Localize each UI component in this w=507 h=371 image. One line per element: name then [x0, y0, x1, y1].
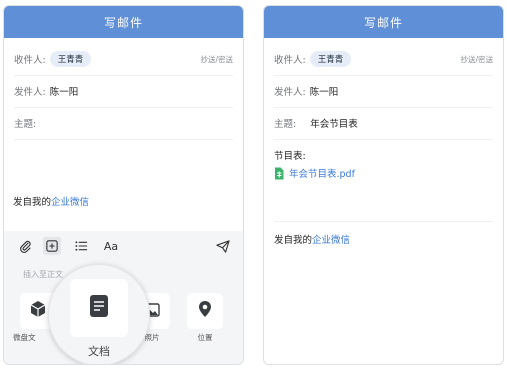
signature: 发自我的企业微信 — [274, 232, 350, 246]
signature-prefix: 发自我的 — [13, 197, 52, 208]
body-heading: 节目表: — [274, 151, 306, 162]
recipient-row[interactable]: 收件人: 王青青 抄送/密送 — [14, 43, 233, 76]
subject-row[interactable]: 主题: 年会节目表 — [274, 107, 493, 140]
signature-link[interactable]: 企业微信 — [51, 197, 89, 208]
cc-bcc-link[interactable]: 抄送/密送 — [200, 54, 233, 65]
app-document[interactable] — [70, 279, 128, 337]
app-location[interactable] — [187, 293, 223, 329]
subject-label: 主题: — [14, 119, 37, 130]
cube-icon — [30, 300, 46, 322]
from-value: 陈一阳 — [49, 87, 79, 98]
recipient-chip[interactable]: 王青青 — [49, 51, 92, 67]
subject-label: 主题: — [274, 119, 297, 130]
app-location-label: 位置 — [197, 333, 213, 342]
subject-row[interactable]: 主题: — [14, 107, 233, 140]
pdf-file-icon — [274, 167, 284, 180]
paperclip-icon[interactable] — [16, 237, 34, 255]
recipient-chip[interactable]: 王青青 — [309, 51, 352, 67]
compose-panel-right: 写邮件 收件人: 王青青 抄送/密送 发件人: 陈一阳 主题: 年会节目表 节目… — [263, 5, 504, 365]
to-label: 收件人: — [14, 55, 46, 66]
header-title: 写邮件 — [264, 6, 503, 38]
signature-link[interactable]: 企业微信 — [312, 235, 350, 246]
list-icon[interactable] — [72, 237, 90, 255]
sender-row: 发件人: 陈一阳 — [274, 75, 493, 108]
header-title: 写邮件 — [4, 6, 243, 38]
attachment[interactable]: 年会节目表.pdf — [274, 166, 355, 180]
to-label: 收件人: — [274, 55, 306, 66]
from-value: 陈一阳 — [309, 87, 339, 98]
format-toolbar: Aa — [4, 231, 243, 259]
sender-row: 发件人: 陈一阳 — [14, 75, 233, 108]
recipient-row[interactable]: 收件人: 王青青 抄送/密送 — [274, 43, 493, 76]
document-icon — [89, 294, 109, 322]
signature: 发自我的企业微信 — [13, 194, 89, 208]
compose-panel-left: 写邮件 收件人: 王青青 抄送/密送 发件人: 陈一阳 主题: 发自我的企业微信… — [3, 5, 244, 365]
magnifier-highlight: 文档 — [48, 264, 150, 364]
insert-plus-icon[interactable] — [43, 237, 61, 255]
app-weipan-label: 微盘文 — [13, 333, 36, 342]
location-pin-icon — [198, 300, 212, 322]
insert-hint: 插入至正文 — [23, 270, 63, 279]
subject-value[interactable]: 年会节目表 — [310, 116, 358, 130]
send-icon[interactable] — [214, 237, 232, 255]
divider — [274, 221, 493, 222]
from-label: 发件人: — [14, 87, 46, 98]
attachment-name[interactable]: 年会节目表.pdf — [289, 166, 355, 180]
app-document-label: 文档 — [88, 345, 110, 358]
text-format-icon[interactable]: Aa — [102, 237, 120, 255]
signature-prefix: 发自我的 — [274, 235, 313, 246]
from-label: 发件人: — [274, 87, 306, 98]
cc-bcc-link[interactable]: 抄送/密送 — [460, 54, 493, 65]
